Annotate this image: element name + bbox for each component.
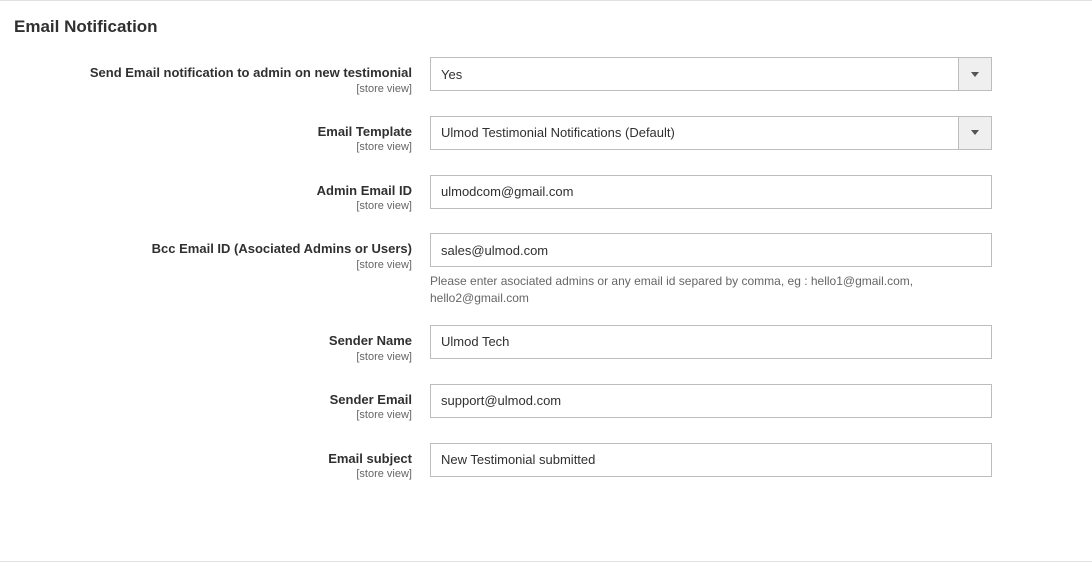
sender-name-scope: [store view] bbox=[0, 351, 412, 364]
send-email-input-col: Yes bbox=[430, 57, 992, 91]
send-email-select-value: Yes bbox=[430, 57, 958, 91]
bcc-email-id-label: Bcc Email ID (Asociated Admins or Users) bbox=[0, 241, 412, 257]
row-send-email-notification: Send Email notification to admin on new … bbox=[0, 57, 992, 96]
bcc-email-id-label-col: Bcc Email ID (Asociated Admins or Users)… bbox=[0, 233, 430, 272]
row-sender-email: Sender Email [store view] bbox=[0, 384, 992, 423]
row-admin-email-id: Admin Email ID [store view] bbox=[0, 175, 992, 214]
bcc-email-id-help: Please enter asociated admins or any ema… bbox=[430, 273, 992, 307]
bcc-email-id-input[interactable] bbox=[430, 233, 992, 267]
bcc-email-id-input-col: Please enter asociated admins or any ema… bbox=[430, 233, 992, 307]
sender-email-label-col: Sender Email [store view] bbox=[0, 384, 430, 423]
row-email-template: Email Template [store view] Ulmod Testim… bbox=[0, 116, 992, 155]
admin-email-id-input[interactable] bbox=[430, 175, 992, 209]
admin-email-id-scope: [store view] bbox=[0, 200, 412, 213]
chevron-down-icon bbox=[958, 57, 992, 91]
email-template-input-col: Ulmod Testimonial Notifications (Default… bbox=[430, 116, 992, 150]
sender-name-input-col bbox=[430, 325, 992, 359]
sender-email-label: Sender Email bbox=[0, 392, 412, 408]
row-sender-name: Sender Name [store view] bbox=[0, 325, 992, 364]
email-subject-input[interactable] bbox=[430, 443, 992, 477]
form-container: Send Email notification to admin on new … bbox=[0, 57, 1092, 481]
email-template-scope: [store view] bbox=[0, 141, 412, 154]
send-email-select[interactable]: Yes bbox=[430, 57, 992, 91]
email-template-select-value: Ulmod Testimonial Notifications (Default… bbox=[430, 116, 958, 150]
row-email-subject: Email subject [store view] bbox=[0, 443, 992, 482]
sender-name-label: Sender Name bbox=[0, 333, 412, 349]
sender-name-input[interactable] bbox=[430, 325, 992, 359]
email-template-label: Email Template bbox=[0, 124, 412, 140]
email-template-select[interactable]: Ulmod Testimonial Notifications (Default… bbox=[430, 116, 992, 150]
sender-name-label-col: Sender Name [store view] bbox=[0, 325, 430, 364]
send-email-label-col: Send Email notification to admin on new … bbox=[0, 57, 430, 96]
admin-email-id-label-col: Admin Email ID [store view] bbox=[0, 175, 430, 214]
bcc-email-id-scope: [store view] bbox=[0, 259, 412, 272]
email-subject-scope: [store view] bbox=[0, 468, 412, 481]
send-email-label: Send Email notification to admin on new … bbox=[0, 65, 412, 81]
chevron-down-icon bbox=[958, 116, 992, 150]
email-subject-input-col bbox=[430, 443, 992, 477]
admin-email-id-label: Admin Email ID bbox=[0, 183, 412, 199]
sender-email-scope: [store view] bbox=[0, 409, 412, 422]
admin-email-id-input-col bbox=[430, 175, 992, 209]
row-bcc-email-id: Bcc Email ID (Asociated Admins or Users)… bbox=[0, 233, 992, 307]
send-email-scope: [store view] bbox=[0, 83, 412, 96]
email-template-label-col: Email Template [store view] bbox=[0, 116, 430, 155]
email-subject-label-col: Email subject [store view] bbox=[0, 443, 430, 482]
sender-email-input-col bbox=[430, 384, 992, 418]
section-title: Email Notification bbox=[0, 1, 1092, 57]
sender-email-input[interactable] bbox=[430, 384, 992, 418]
email-subject-label: Email subject bbox=[0, 451, 412, 467]
